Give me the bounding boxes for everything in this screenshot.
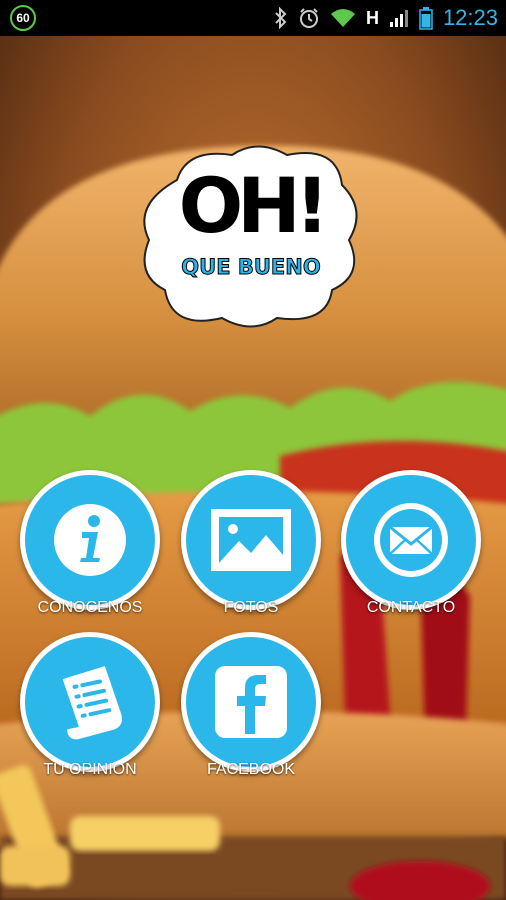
menu-item-fotos[interactable]: FOTOS bbox=[181, 470, 321, 620]
mail-icon bbox=[374, 503, 448, 577]
battery-icon bbox=[419, 6, 433, 30]
logo-subtitle: QUE BUENO bbox=[181, 255, 321, 280]
notification-60-icon: 60 bbox=[10, 5, 36, 31]
menu-button-circle[interactable] bbox=[20, 470, 160, 610]
badge-count: 60 bbox=[16, 11, 30, 25]
alarm-icon bbox=[298, 7, 320, 29]
signal-icon bbox=[389, 8, 409, 28]
status-bar: 60 H 12:23 bbox=[0, 0, 506, 36]
app-logo: OH! QUE BUENO bbox=[137, 140, 365, 330]
menu-item-label: CONTACTO bbox=[366, 599, 456, 616]
menu-button-circle[interactable] bbox=[341, 470, 481, 610]
menu-button-circle[interactable] bbox=[181, 470, 321, 610]
bluetooth-icon bbox=[274, 7, 288, 29]
info-icon bbox=[54, 504, 126, 576]
menu-item-facebook[interactable]: FACEBOOK bbox=[181, 632, 321, 782]
logo-title: OH! bbox=[178, 161, 330, 250]
menu-item-contacto[interactable]: CONTACTO bbox=[341, 470, 481, 620]
menu-item-label: TU OPINION bbox=[43, 761, 137, 778]
clock: 12:23 bbox=[442, 5, 498, 30]
facebook-icon bbox=[215, 666, 287, 738]
menu-item-conocenos[interactable]: CONOCENOS bbox=[20, 470, 160, 620]
network-type: H bbox=[365, 7, 379, 28]
app-screen: 60 H 12:23 OH! QUE BUENO CONOCENOS FOTOS… bbox=[0, 0, 506, 900]
menu-item-tu-opinion[interactable]: TU OPINION bbox=[20, 632, 160, 782]
image-icon bbox=[211, 509, 291, 571]
menu-item-label: CONOCENOS bbox=[37, 599, 143, 616]
menu-item-label: FACEBOOK bbox=[206, 761, 296, 778]
document-icon bbox=[62, 666, 123, 740]
menu-button-circle[interactable] bbox=[20, 632, 160, 772]
wifi-icon bbox=[330, 8, 356, 28]
menu-item-label: FOTOS bbox=[223, 599, 279, 616]
menu-button-circle[interactable] bbox=[181, 632, 321, 772]
